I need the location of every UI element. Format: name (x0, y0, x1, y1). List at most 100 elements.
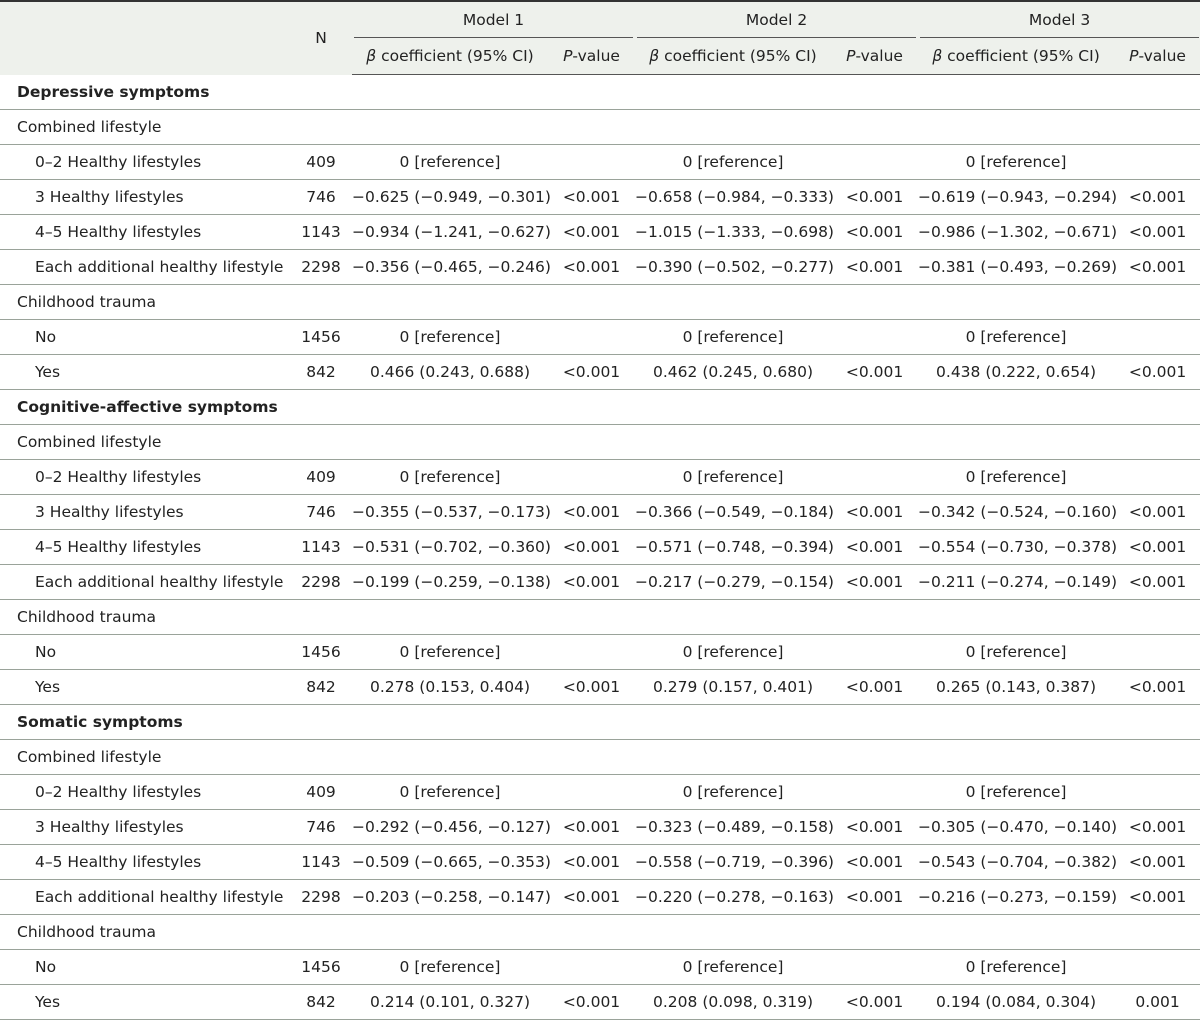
model-3-beta: 0 [reference] (918, 459, 1115, 495)
table-row: 0–2 Healthy lifestyles 409 0 [reference] 0 … (0, 459, 1200, 495)
header-model-2: Model 2 (635, 0, 919, 38)
model-1-p: <0.001 (548, 249, 636, 285)
model-1-p: <0.001 (548, 879, 636, 915)
row-n: 1143 (290, 214, 352, 250)
model-3-beta: −0.305 (−0.470, −0.140) (918, 809, 1117, 845)
row-label: 4–5 Healthy lifestyles (0, 844, 290, 880)
row-label: No (0, 634, 290, 670)
model-2-p (831, 774, 919, 810)
model-2-beta: 0 [reference] (635, 774, 832, 810)
table-row: 4–5 Healthy lifestyles 1143 −0.934 (−1.241… (0, 214, 1200, 250)
table-row: Yes 842 0.278 (0.153, 0.404) <0.001 0.279 (0… (0, 669, 1200, 705)
table-body: Depressive symptoms Combined lifestyle 0–2… (0, 74, 1200, 1020)
model-2-p: <0.001 (831, 179, 919, 215)
model-3-p (1114, 774, 1200, 810)
model-1-p (548, 144, 636, 180)
model-3-p (1114, 319, 1200, 355)
model-2-beta: 0 [reference] (635, 144, 832, 180)
model-1-beta: −0.531 (−0.702, −0.360) (352, 529, 551, 565)
row-label: 0–2 Healthy lifestyles (0, 459, 290, 495)
model-3-beta: −0.211 (−0.274, −0.149) (918, 564, 1117, 600)
model-1-p: <0.001 (548, 669, 636, 705)
model-1-beta: −0.199 (−0.259, −0.138) (352, 564, 551, 600)
header-beta-1: β coefficient (95% CI) (352, 38, 548, 75)
model-1-beta: −0.355 (−0.537, −0.173) (352, 494, 551, 530)
model-2-beta: 0.208 (0.098, 0.319) (635, 984, 832, 1020)
table-row: 0–2 Healthy lifestyles 409 0 [reference] 0 … (0, 774, 1200, 810)
model-2-beta: 0.462 (0.245, 0.680) (635, 354, 832, 390)
model-1-p: <0.001 (548, 354, 636, 390)
header-n: N (290, 0, 352, 75)
row-n: 842 (290, 354, 352, 390)
header-p-3: P-value (1114, 38, 1200, 75)
group-title: Combined lifestyle (0, 424, 1200, 460)
model-2-p (831, 319, 919, 355)
row-label: Each additional healthy lifestyle (0, 249, 290, 285)
model-1-p: <0.001 (548, 214, 636, 250)
row-n: 2298 (290, 879, 352, 915)
model-1-p (548, 774, 636, 810)
model-3-p: <0.001 (1114, 529, 1200, 565)
table-row: Yes 842 0.214 (0.101, 0.327) <0.001 0.208 (0… (0, 984, 1200, 1020)
model-2-p: <0.001 (831, 214, 919, 250)
row-label: Yes (0, 669, 290, 705)
model-3-beta: −0.216 (−0.273, −0.159) (918, 879, 1117, 915)
model-1-p: <0.001 (548, 494, 636, 530)
model-1-beta: 0 [reference] (352, 319, 548, 355)
model-3-beta: 0 [reference] (918, 774, 1115, 810)
group-title: Combined lifestyle (0, 109, 1200, 145)
model-1-beta: −0.509 (−0.665, −0.353) (352, 844, 551, 880)
row-n: 1456 (290, 949, 352, 985)
model-1-beta: −0.203 (−0.258, −0.147) (352, 879, 551, 915)
model-3-beta: −0.342 (−0.524, −0.160) (918, 494, 1117, 530)
model-3-p: <0.001 (1114, 179, 1200, 215)
row-label: 3 Healthy lifestyles (0, 179, 290, 215)
row-label: Each additional healthy lifestyle (0, 564, 290, 600)
model-1-beta: 0 [reference] (352, 634, 548, 670)
header-p-2: P-value (831, 38, 919, 75)
model-2-beta: −0.390 (−0.502, −0.277) (635, 249, 834, 285)
model-3-p: <0.001 (1114, 214, 1200, 250)
model-3-beta: 0.438 (0.222, 0.654) (918, 354, 1115, 390)
model-2-beta: 0.279 (0.157, 0.401) (635, 669, 832, 705)
model-3-beta: 0 [reference] (918, 634, 1115, 670)
model-2-beta: −0.217 (−0.279, −0.154) (635, 564, 834, 600)
model-2-label: Model 2 (745, 11, 808, 29)
model-2-p: <0.001 (831, 669, 919, 705)
model-1-beta: −0.625 (−0.949, −0.301) (352, 179, 551, 215)
row-label: Yes (0, 354, 290, 390)
model-1-beta: −0.934 (−1.241, −0.627) (352, 214, 551, 250)
model-3-p: <0.001 (1114, 879, 1200, 915)
section-title: Depressive symptoms (0, 74, 1200, 110)
model-3-p: 0.001 (1114, 984, 1200, 1020)
model-1-beta: 0.278 (0.153, 0.404) (352, 669, 548, 705)
model-2-beta: −0.366 (−0.549, −0.184) (635, 494, 834, 530)
group-title: Combined lifestyle (0, 739, 1200, 775)
model-1-p: <0.001 (548, 984, 636, 1020)
model-1-p (548, 634, 636, 670)
section-title: Cognitive-affective symptoms (0, 389, 1200, 425)
header-p-1: P-value (548, 38, 636, 75)
model-1-beta: 0.214 (0.101, 0.327) (352, 984, 548, 1020)
model-3-p (1114, 144, 1200, 180)
model-3-p: <0.001 (1114, 494, 1200, 530)
header-model-3: Model 3 (918, 0, 1200, 38)
table-header: N Model 1 Model 2 Model 3 β coefficient … (0, 0, 1200, 75)
row-label: 0–2 Healthy lifestyles (0, 144, 290, 180)
table-row: 3 Healthy lifestyles 746 −0.292 (−0.456, −… (0, 809, 1200, 845)
model-3-p (1114, 459, 1200, 495)
model-2-p: <0.001 (831, 249, 919, 285)
table-row: 4–5 Healthy lifestyles 1143 −0.531 (−0.702… (0, 529, 1200, 565)
model-1-p (548, 459, 636, 495)
model-2-p (831, 634, 919, 670)
row-n: 746 (290, 809, 352, 845)
model-1-p (548, 949, 636, 985)
table-row: 0–2 Healthy lifestyles 409 0 [reference] 0 … (0, 144, 1200, 180)
header-beta-3: β coefficient (95% CI) (918, 38, 1115, 75)
group-row: Combined lifestyle (0, 109, 1200, 145)
model-2-p: <0.001 (831, 529, 919, 565)
row-n: 409 (290, 144, 352, 180)
model-3-beta: 0 [reference] (918, 144, 1115, 180)
model-1-p: <0.001 (548, 564, 636, 600)
model-3-beta: 0 [reference] (918, 949, 1115, 985)
